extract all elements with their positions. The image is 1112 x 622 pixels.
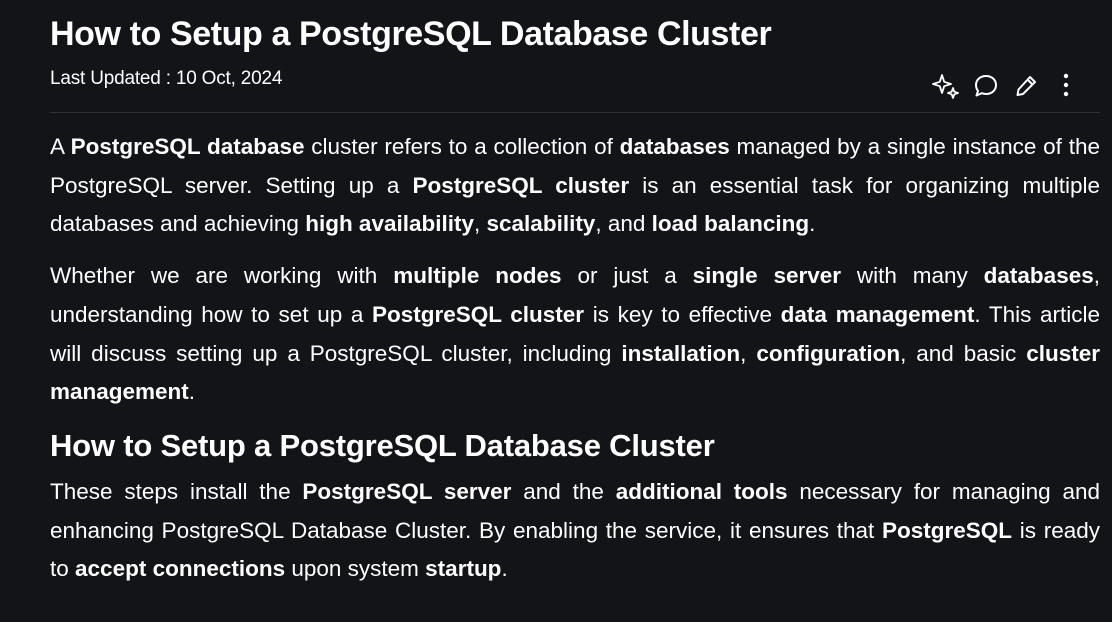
bold-term: accept connections	[75, 556, 286, 582]
comment-icon[interactable]	[966, 66, 1006, 106]
bold-term: PostgreSQL cluster	[372, 301, 585, 327]
bold-term: installation	[621, 340, 741, 366]
text-run: .	[809, 211, 816, 237]
bold-term: scalability	[486, 211, 596, 237]
bold-term: startup	[425, 556, 502, 582]
text-run: Whether we are working with	[50, 263, 394, 289]
text-run: is key to effective	[584, 301, 781, 327]
bold-term: PostgreSQL cluster	[412, 172, 630, 198]
bold-term: PostgreSQL database	[70, 134, 305, 159]
setup-paragraph: These steps install the PostgreSQL serve…	[50, 473, 1100, 589]
bold-term: configuration	[756, 340, 901, 366]
bold-term: high availability	[305, 211, 474, 237]
article-page: How to Setup a PostgreSQL Database Clust…	[0, 0, 1112, 622]
text-run: , and	[595, 211, 652, 237]
intro-paragraph: A PostgreSQL database cluster refers to …	[50, 128, 1100, 244]
text-run: upon system	[285, 556, 426, 582]
overview-paragraph: Whether we are working with multiple nod…	[50, 257, 1100, 412]
bold-term: data management	[780, 301, 975, 327]
text-run: or just a	[561, 263, 693, 289]
bold-term: databases	[619, 134, 730, 159]
bold-term: PostgreSQL	[882, 517, 1013, 543]
text-run: .	[188, 379, 196, 405]
bold-term: databases	[983, 263, 1094, 289]
text-run: ,	[474, 211, 487, 237]
pencil-icon[interactable]	[1006, 66, 1046, 106]
bold-term: multiple nodes	[393, 263, 562, 289]
text-run: These steps install the	[50, 478, 303, 504]
bold-term: single server	[692, 263, 842, 289]
text-run: and the	[511, 478, 616, 504]
bold-term: load balancing	[651, 211, 810, 237]
bold-term: additional tools	[615, 478, 788, 504]
section-heading: How to Setup a PostgreSQL Database Clust…	[50, 427, 715, 463]
article-actions	[926, 66, 1086, 106]
article-content: A PostgreSQL database cluster refers to …	[50, 128, 1100, 602]
text-run: ,	[740, 340, 757, 366]
sparkles-icon[interactable]	[926, 66, 966, 106]
text-run: A	[50, 134, 71, 159]
text-run: cluster refers to a collection of	[304, 134, 620, 159]
article-title: How to Setup a PostgreSQL Database Clust…	[50, 15, 772, 53]
text-run: , and basic	[900, 340, 1027, 366]
bold-term: PostgreSQL server	[302, 478, 512, 504]
text-run: .	[501, 556, 508, 582]
article-meta-row: Last Updated : 10 Oct, 2024	[50, 66, 1100, 113]
last-updated-text: Last Updated : 10 Oct, 2024	[50, 68, 283, 89]
text-run: with many	[841, 263, 984, 289]
more-vertical-icon[interactable]	[1046, 66, 1086, 106]
